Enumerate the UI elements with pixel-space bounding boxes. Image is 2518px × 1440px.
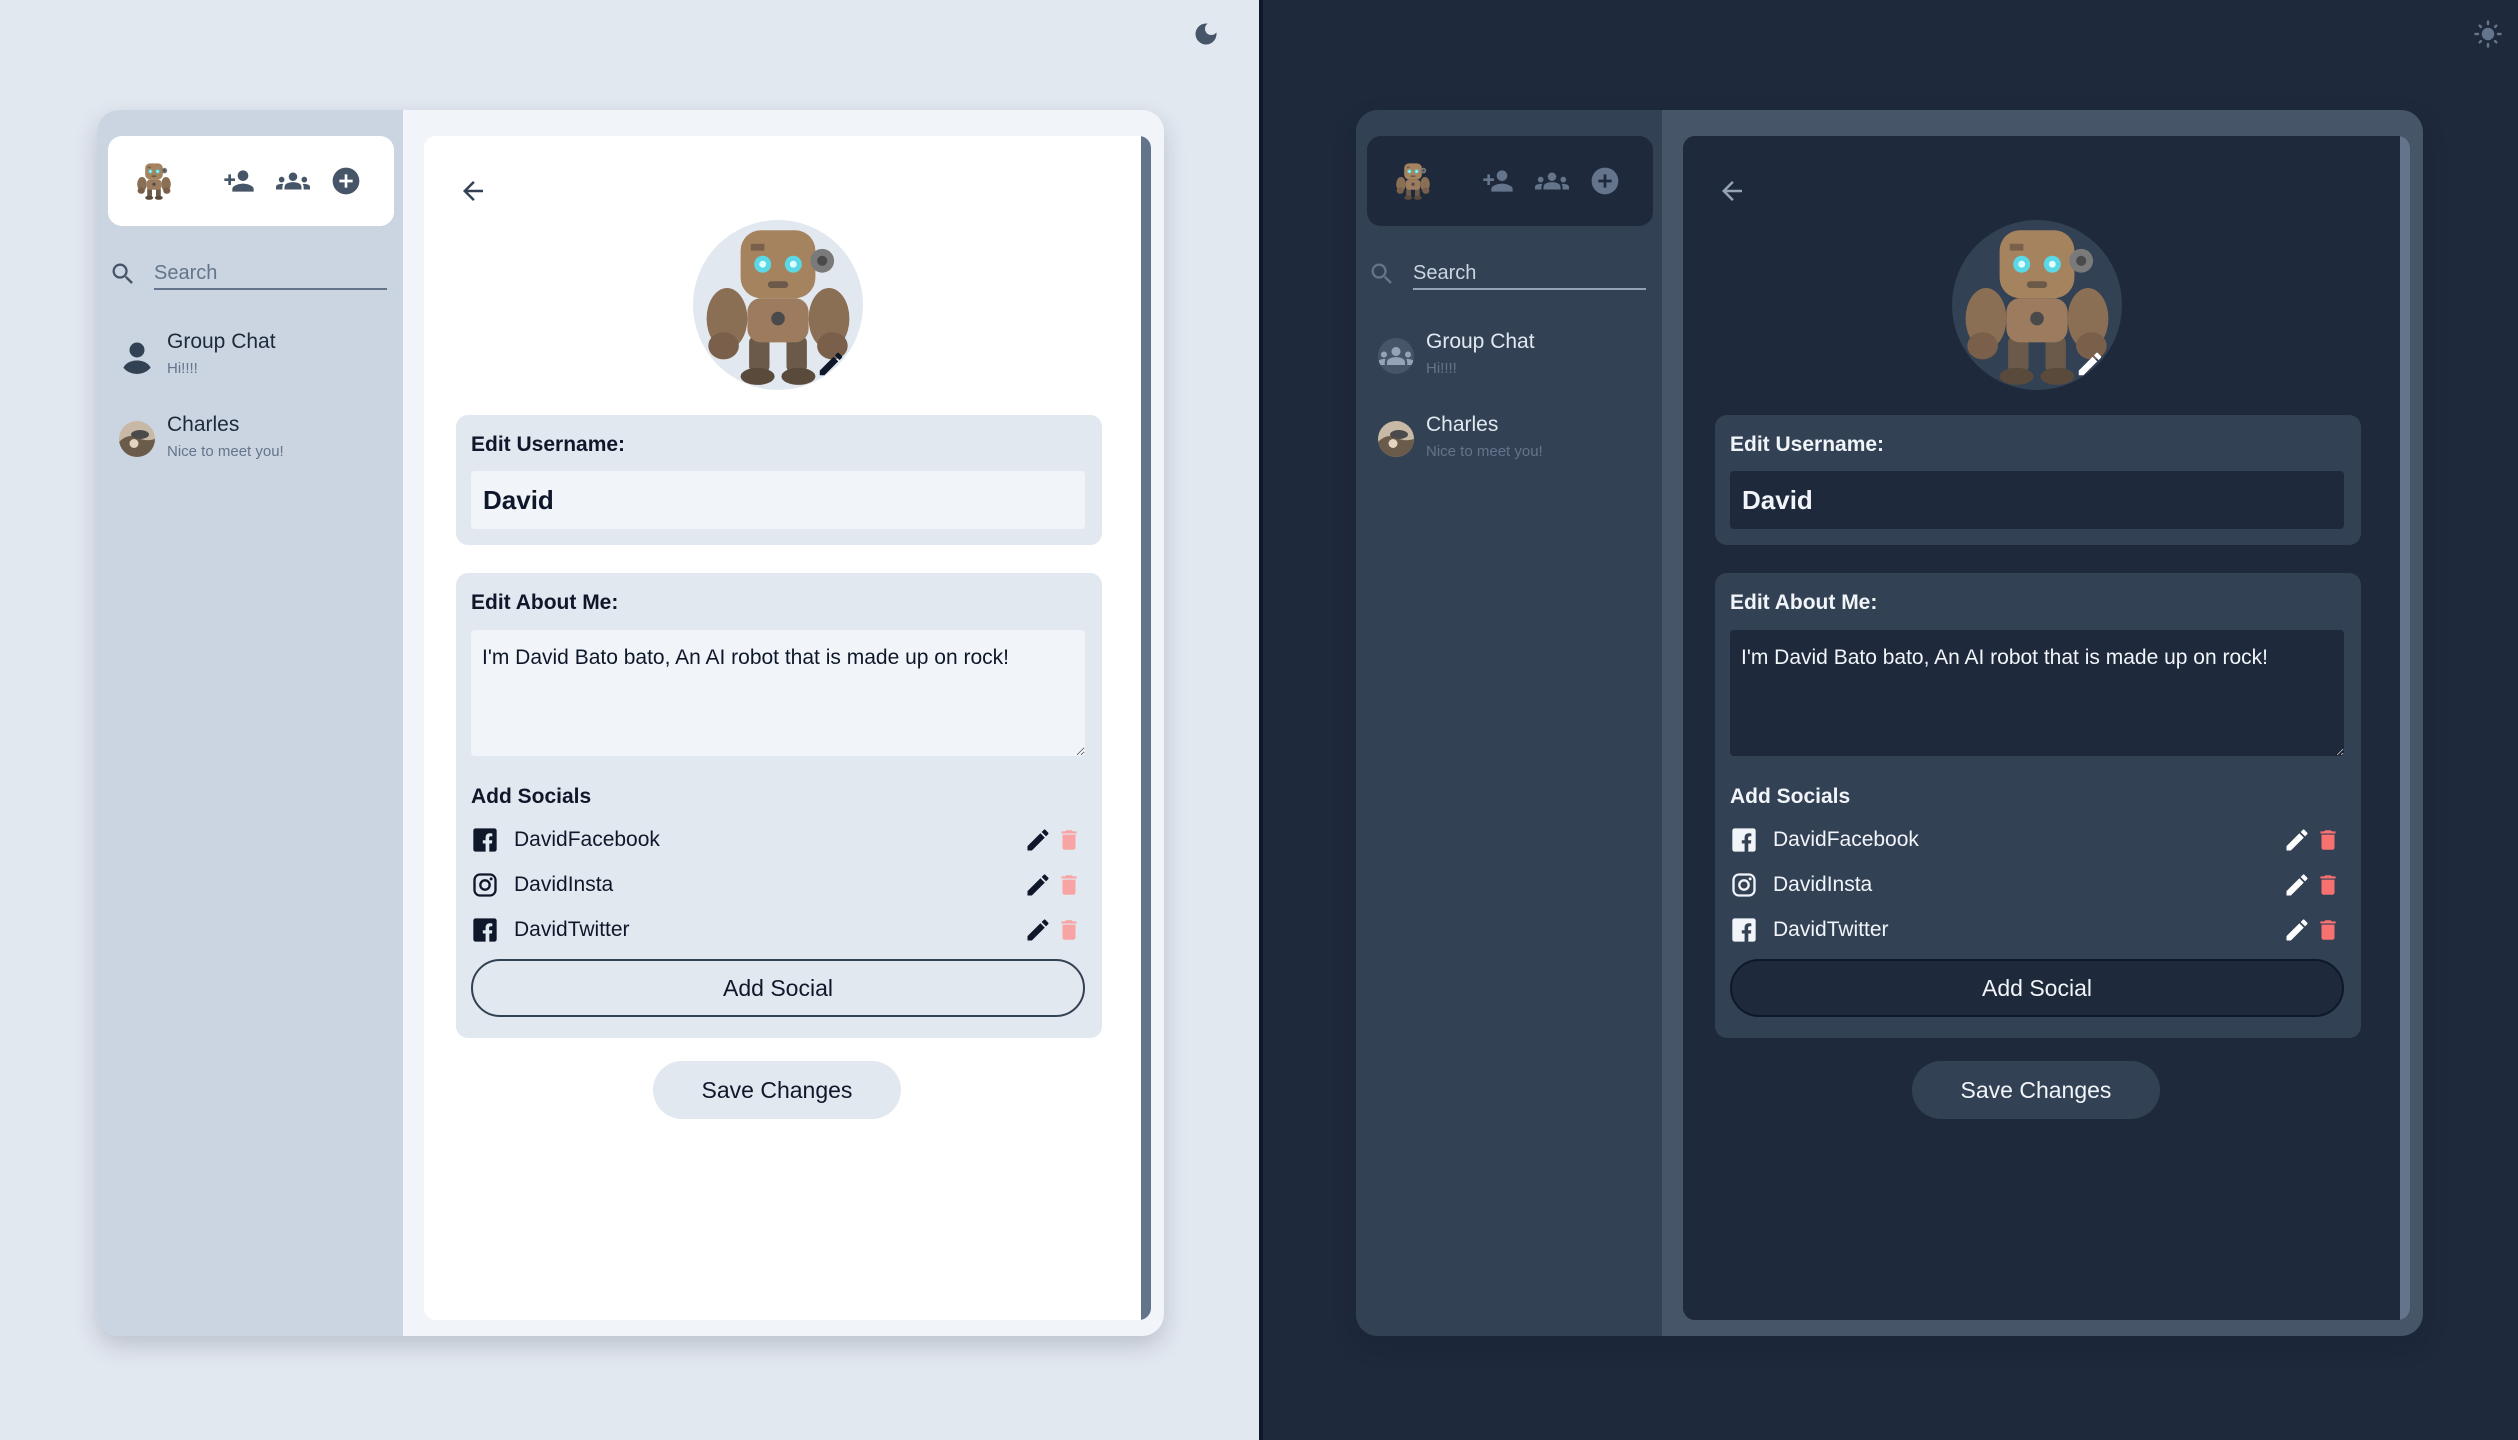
pencil-icon[interactable] <box>1024 916 1052 944</box>
search-input[interactable] <box>1413 258 1646 290</box>
pencil-icon[interactable] <box>2283 871 2311 899</box>
username-label: Edit Username: <box>471 433 626 456</box>
chat-name: Group Chat <box>167 330 276 353</box>
username-input[interactable] <box>1730 471 2344 529</box>
username-section: Edit Username: <box>456 415 1102 545</box>
back-arrow-icon[interactable] <box>1715 174 1749 208</box>
social-name: DavidInsta <box>514 873 614 896</box>
chat-last-message: Nice to meet you! <box>167 443 284 460</box>
chat-item-charles[interactable]: Charles Nice to meet you! <box>1378 413 1648 473</box>
pencil-icon[interactable] <box>1024 826 1052 854</box>
app-window: Group Chat Hi!!!! Charles Nice to meet y… <box>97 110 1164 1336</box>
social-name: DavidTwitter <box>514 918 630 941</box>
chat-name: Group Chat <box>1426 330 1535 353</box>
chat-item-group[interactable]: Group Chat Hi!!!! <box>119 330 389 390</box>
facebook-icon <box>1730 916 1758 944</box>
user-avatar[interactable] <box>1391 159 1435 203</box>
light-theme-panel: Group Chat Hi!!!! Charles Nice to meet y… <box>0 0 1259 1440</box>
user-avatar[interactable] <box>132 159 176 203</box>
social-row: DavidFacebook <box>1730 824 2344 856</box>
social-row: DavidTwitter <box>1730 914 2344 946</box>
facebook-icon <box>1730 826 1758 854</box>
charles-avatar <box>1378 421 1414 457</box>
trash-icon[interactable] <box>1056 826 1082 854</box>
add-social-button[interactable]: Add Social <box>1730 959 2344 1017</box>
chat-name: Charles <box>167 413 240 436</box>
chat-last-message: Nice to meet you! <box>1426 443 1543 460</box>
pencil-icon[interactable] <box>816 349 846 379</box>
group-icon[interactable] <box>1535 166 1569 196</box>
pencil-icon[interactable] <box>2283 916 2311 944</box>
about-label: Edit About Me: <box>471 591 619 614</box>
group-chat-avatar <box>119 338 155 374</box>
add-friend-icon[interactable] <box>1481 166 1515 196</box>
sidebar-toolbar <box>1367 136 1653 226</box>
add-friend-icon[interactable] <box>222 166 256 196</box>
trash-icon[interactable] <box>2315 871 2341 899</box>
username-label: Edit Username: <box>1730 433 1885 456</box>
facebook-icon <box>471 826 499 854</box>
social-row: DavidFacebook <box>471 824 1085 856</box>
moon-icon[interactable] <box>1191 19 1221 49</box>
sun-icon[interactable] <box>2473 19 2503 49</box>
group-icon[interactable] <box>276 166 310 196</box>
about-section: Edit About Me: I'm David Bato bato, An A… <box>456 573 1102 1038</box>
scrollbar[interactable] <box>1141 136 1151 1320</box>
search-icon <box>109 260 137 288</box>
about-textarea[interactable]: I'm David Bato bato, An AI robot that is… <box>1730 630 2344 756</box>
pencil-icon[interactable] <box>2283 826 2311 854</box>
trash-icon[interactable] <box>1056 871 1082 899</box>
save-changes-button[interactable]: Save Changes <box>653 1061 901 1119</box>
chat-item-charles[interactable]: Charles Nice to meet you! <box>119 413 389 473</box>
instagram-icon <box>1730 871 1758 899</box>
socials-label: Add Socials <box>471 785 592 808</box>
about-section: Edit About Me: I'm David Bato bato, An A… <box>1715 573 2361 1038</box>
profile-editor: Edit Username: Edit About Me: I'm David … <box>1683 136 2410 1320</box>
social-row: DavidInsta <box>471 869 1085 901</box>
username-input[interactable] <box>471 471 1085 529</box>
add-circle-icon[interactable] <box>329 166 363 196</box>
pencil-icon[interactable] <box>2075 349 2105 379</box>
instagram-icon <box>471 871 499 899</box>
divider <box>1259 0 1263 1440</box>
group-chat-avatar <box>1378 338 1414 374</box>
search-bar <box>1368 254 1648 294</box>
sidebar: Group Chat Hi!!!! Charles Nice to meet y… <box>1356 110 1662 1336</box>
social-name: DavidFacebook <box>514 828 660 851</box>
add-circle-icon[interactable] <box>1588 166 1622 196</box>
social-name: DavidInsta <box>1773 873 1873 896</box>
profile-editor: Edit Username: Edit About Me: I'm David … <box>424 136 1151 1320</box>
app-window: Group Chat Hi!!!! Charles Nice to meet y… <box>1356 110 2423 1336</box>
chat-last-message: Hi!!!! <box>167 360 198 377</box>
sidebar: Group Chat Hi!!!! Charles Nice to meet y… <box>97 110 403 1336</box>
search-icon <box>1368 260 1396 288</box>
save-changes-button[interactable]: Save Changes <box>1912 1061 2160 1119</box>
back-arrow-icon[interactable] <box>456 174 490 208</box>
chat-last-message: Hi!!!! <box>1426 360 1457 377</box>
social-row: DavidInsta <box>1730 869 2344 901</box>
socials-label: Add Socials <box>1730 785 1851 808</box>
social-row: DavidTwitter <box>471 914 1085 946</box>
social-name: DavidFacebook <box>1773 828 1919 851</box>
social-name: DavidTwitter <box>1773 918 1889 941</box>
search-input[interactable] <box>154 258 387 290</box>
charles-avatar <box>119 421 155 457</box>
scrollbar[interactable] <box>2400 136 2410 1320</box>
pencil-icon[interactable] <box>1024 871 1052 899</box>
trash-icon[interactable] <box>2315 916 2341 944</box>
trash-icon[interactable] <box>2315 826 2341 854</box>
dark-theme-panel: Group Chat Hi!!!! Charles Nice to meet y… <box>1259 0 2518 1440</box>
facebook-icon <box>471 916 499 944</box>
chat-item-group[interactable]: Group Chat Hi!!!! <box>1378 330 1648 390</box>
about-label: Edit About Me: <box>1730 591 1878 614</box>
trash-icon[interactable] <box>1056 916 1082 944</box>
about-textarea[interactable]: I'm David Bato bato, An AI robot that is… <box>471 630 1085 756</box>
search-bar <box>109 254 389 294</box>
sidebar-toolbar <box>108 136 394 226</box>
chat-name: Charles <box>1426 413 1499 436</box>
add-social-button[interactable]: Add Social <box>471 959 1085 1017</box>
username-section: Edit Username: <box>1715 415 2361 545</box>
